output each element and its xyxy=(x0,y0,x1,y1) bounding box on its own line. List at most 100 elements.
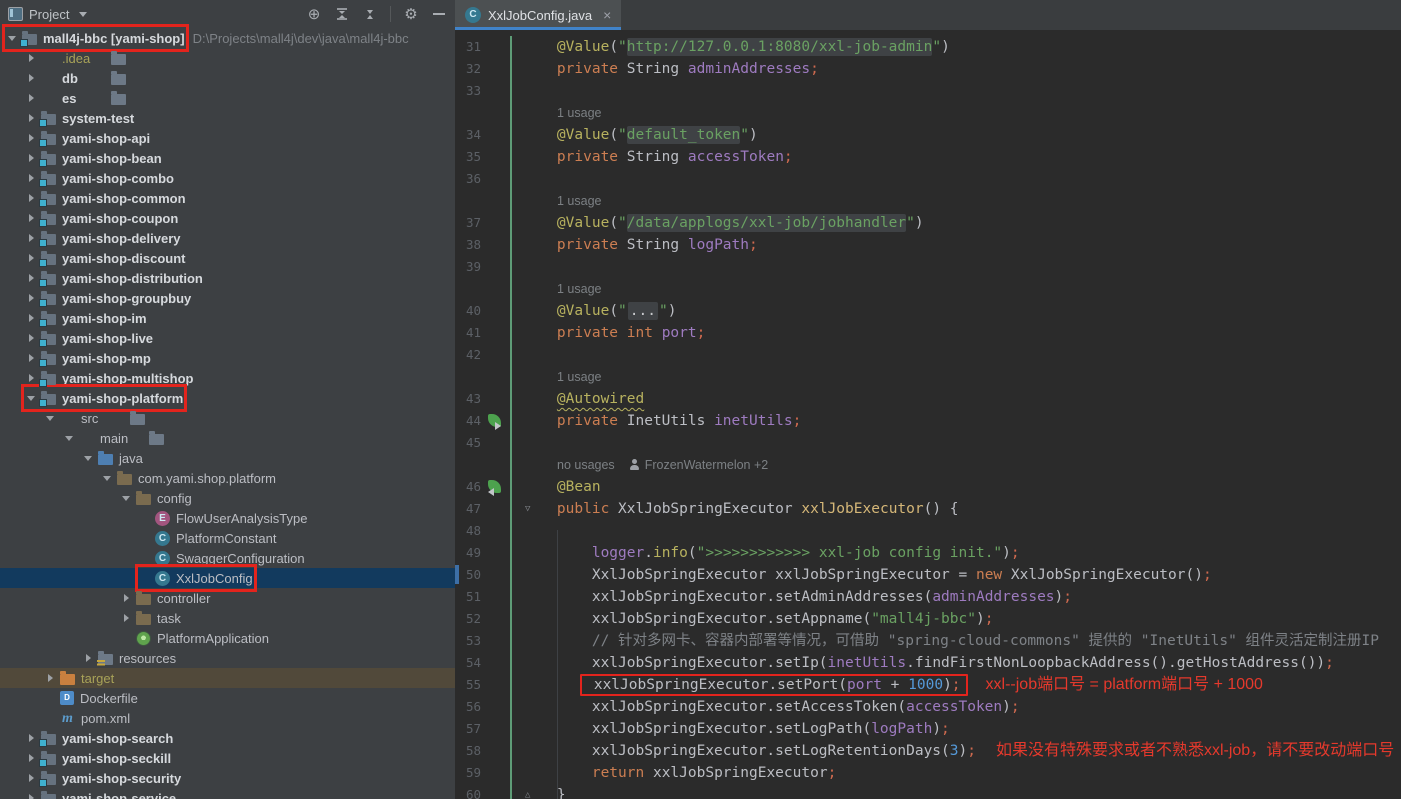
tree-item-yami-shop-coupon[interactable]: yami-shop-coupon xyxy=(0,208,455,228)
tree-item-yami-shop-bean[interactable]: yami-shop-bean xyxy=(0,148,455,168)
code-line-45[interactable]: 45 xyxy=(455,432,1401,454)
spring-bean-gutter-icon[interactable] xyxy=(488,414,501,427)
code-line-39[interactable]: 39 xyxy=(455,256,1401,278)
inlay-hint-line[interactable]: no usages FrozenWatermelon +2 xyxy=(455,454,1401,476)
tree-item-config[interactable]: config xyxy=(0,488,455,508)
chevron-collapsed-icon[interactable] xyxy=(44,672,56,684)
code-line-60[interactable]: 60△ } xyxy=(455,784,1401,799)
usage-count-inlay[interactable]: 1 usage xyxy=(557,370,601,384)
usage-count-inlay[interactable]: no usages xyxy=(557,458,615,472)
tree-item-system-test[interactable]: system-test xyxy=(0,108,455,128)
tree-item-xxljobconfig[interactable]: CXxlJobConfig xyxy=(0,568,455,588)
code-line-31[interactable]: 31 @Value("http://127.0.0.1:8080/xxl-job… xyxy=(455,36,1401,58)
inlay-hint-line[interactable]: 1 usage xyxy=(455,366,1401,388)
chevron-collapsed-icon[interactable] xyxy=(25,172,37,184)
inlay-hint-line[interactable]: 1 usage xyxy=(455,102,1401,124)
tree-item-controller[interactable]: controller xyxy=(0,588,455,608)
tree-item-yami-shop-platform[interactable]: yami-shop-platform xyxy=(0,388,455,408)
code-line-42[interactable]: 42 xyxy=(455,344,1401,366)
code-line-35[interactable]: 35 private String accessToken; xyxy=(455,146,1401,168)
code-line-34[interactable]: 34 @Value("default_token") xyxy=(455,124,1401,146)
chevron-collapsed-icon[interactable] xyxy=(25,372,37,384)
tree-item-com-yami-shop-platform[interactable]: com.yami.shop.platform xyxy=(0,468,455,488)
tree-item-yami-shop-im[interactable]: yami-shop-im xyxy=(0,308,455,328)
code-line-49[interactable]: 49 logger.info(">>>>>>>>>>>> xxl-job con… xyxy=(455,542,1401,564)
tree-item-yami-shop-seckill[interactable]: yami-shop-seckill xyxy=(0,748,455,768)
project-view-dropdown[interactable]: Project xyxy=(8,7,87,22)
inlay-hint-line[interactable]: 1 usage xyxy=(455,190,1401,212)
spring-bean-gutter-icon[interactable] xyxy=(488,480,501,493)
code-author-inlay[interactable]: FrozenWatermelon +2 xyxy=(645,458,769,472)
inlay-hint-line[interactable]: 1 usage xyxy=(455,278,1401,300)
fold-marker-icon[interactable]: △ xyxy=(525,784,530,799)
code-line-47[interactable]: 47▽ public XxlJobSpringExecutor xxlJobEx… xyxy=(455,498,1401,520)
chevron-collapsed-icon[interactable] xyxy=(25,132,37,144)
chevron-collapsed-icon[interactable] xyxy=(120,612,132,624)
expand-all-icon[interactable] xyxy=(334,6,350,22)
code-line-53[interactable]: 53 // 针对多网卡、容器内部署等情况，可借助 "spring-cloud-c… xyxy=(455,630,1401,652)
code-line-41[interactable]: 41 private int port; xyxy=(455,322,1401,344)
code-line-32[interactable]: 32 private String adminAddresses; xyxy=(455,58,1401,80)
tree-item-resources[interactable]: resources xyxy=(0,648,455,668)
tree-item-main[interactable]: main xyxy=(0,428,455,448)
tree-item-platformapplication[interactable]: PlatformApplication xyxy=(0,628,455,648)
tree-item-db[interactable]: db xyxy=(0,68,455,88)
code-line-48[interactable]: 48 xyxy=(455,520,1401,542)
usage-count-inlay[interactable]: 1 usage xyxy=(557,194,601,208)
chevron-collapsed-icon[interactable] xyxy=(25,152,37,164)
tree-item-yami-shop-security[interactable]: yami-shop-security xyxy=(0,768,455,788)
tree-item-yami-shop-service[interactable]: yami-shop-service xyxy=(0,788,455,799)
tree-item-yami-shop-multishop[interactable]: yami-shop-multishop xyxy=(0,368,455,388)
fold-marker-icon[interactable]: ▽ xyxy=(525,498,530,520)
code-line-36[interactable]: 36 xyxy=(455,168,1401,190)
chevron-collapsed-icon[interactable] xyxy=(25,192,37,204)
tree-item--idea[interactable]: .idea xyxy=(0,48,455,68)
locate-file-icon[interactable]: ⊕ xyxy=(306,6,322,22)
code-line-55[interactable]: 55 xxlJobSpringExecutor.setPort(port + 1… xyxy=(455,674,1401,696)
tree-item-dockerfile[interactable]: DDockerfile xyxy=(0,688,455,708)
code-line-59[interactable]: 59 return xxlJobSpringExecutor; xyxy=(455,762,1401,784)
chevron-expanded-icon[interactable] xyxy=(120,492,132,504)
tree-item-mall4j-bbc[interactable]: mall4j-bbc [yami-shop]D:\Projects\mall4j… xyxy=(0,28,455,48)
chevron-collapsed-icon[interactable] xyxy=(25,312,37,324)
chevron-collapsed-icon[interactable] xyxy=(25,352,37,364)
code-line-38[interactable]: 38 private String logPath; xyxy=(455,234,1401,256)
code-editor[interactable]: ‿‿ 31 @Value("http://127.0.0.1:8080/xxl-… xyxy=(455,30,1401,799)
tree-item-yami-shop-mp[interactable]: yami-shop-mp xyxy=(0,348,455,368)
tree-item-pom-xml[interactable]: mpom.xml xyxy=(0,708,455,728)
code-line-40[interactable]: 40 @Value("...") xyxy=(455,300,1401,322)
tree-item-yami-shop-combo[interactable]: yami-shop-combo xyxy=(0,168,455,188)
tree-item-src[interactable]: src xyxy=(0,408,455,428)
code-line-46[interactable]: 46 @Bean xyxy=(455,476,1401,498)
chevron-collapsed-icon[interactable] xyxy=(25,752,37,764)
tab-xxljobconfig-java[interactable]: C XxlJobConfig.java × xyxy=(455,0,621,30)
chevron-collapsed-icon[interactable] xyxy=(25,212,37,224)
chevron-collapsed-icon[interactable] xyxy=(25,72,37,84)
tree-item-yami-shop-common[interactable]: yami-shop-common xyxy=(0,188,455,208)
tree-item-platformconstant[interactable]: CPlatformConstant xyxy=(0,528,455,548)
usage-count-inlay[interactable]: 1 usage xyxy=(557,282,601,296)
chevron-expanded-icon[interactable] xyxy=(6,32,18,44)
chevron-collapsed-icon[interactable] xyxy=(82,652,94,664)
code-line-52[interactable]: 52 xxlJobSpringExecutor.setAppname("mall… xyxy=(455,608,1401,630)
code-line-44[interactable]: 44 private InetUtils inetUtils; xyxy=(455,410,1401,432)
settings-gear-icon[interactable]: ⚙ xyxy=(403,6,419,22)
chevron-collapsed-icon[interactable] xyxy=(25,792,37,799)
tree-item-yami-shop-discount[interactable]: yami-shop-discount xyxy=(0,248,455,268)
chevron-collapsed-icon[interactable] xyxy=(120,592,132,604)
tree-item-yami-shop-api[interactable]: yami-shop-api xyxy=(0,128,455,148)
tree-item-yami-shop-search[interactable]: yami-shop-search xyxy=(0,728,455,748)
chevron-expanded-icon[interactable] xyxy=(82,452,94,464)
chevron-collapsed-icon[interactable] xyxy=(25,772,37,784)
chevron-collapsed-icon[interactable] xyxy=(25,292,37,304)
chevron-collapsed-icon[interactable] xyxy=(25,112,37,124)
usage-count-inlay[interactable]: 1 usage xyxy=(557,106,601,120)
chevron-collapsed-icon[interactable] xyxy=(25,332,37,344)
code-line-50[interactable]: 50 XxlJobSpringExecutor xxlJobSpringExec… xyxy=(455,564,1401,586)
tree-item-yami-shop-distribution[interactable]: yami-shop-distribution xyxy=(0,268,455,288)
tree-item-java[interactable]: java xyxy=(0,448,455,468)
code-line-37[interactable]: 37 @Value("/data/applogs/xxl-job/jobhand… xyxy=(455,212,1401,234)
code-line-54[interactable]: 54 xxlJobSpringExecutor.setIp(inetUtils.… xyxy=(455,652,1401,674)
chevron-collapsed-icon[interactable] xyxy=(25,232,37,244)
collapse-all-icon[interactable] xyxy=(362,6,378,22)
